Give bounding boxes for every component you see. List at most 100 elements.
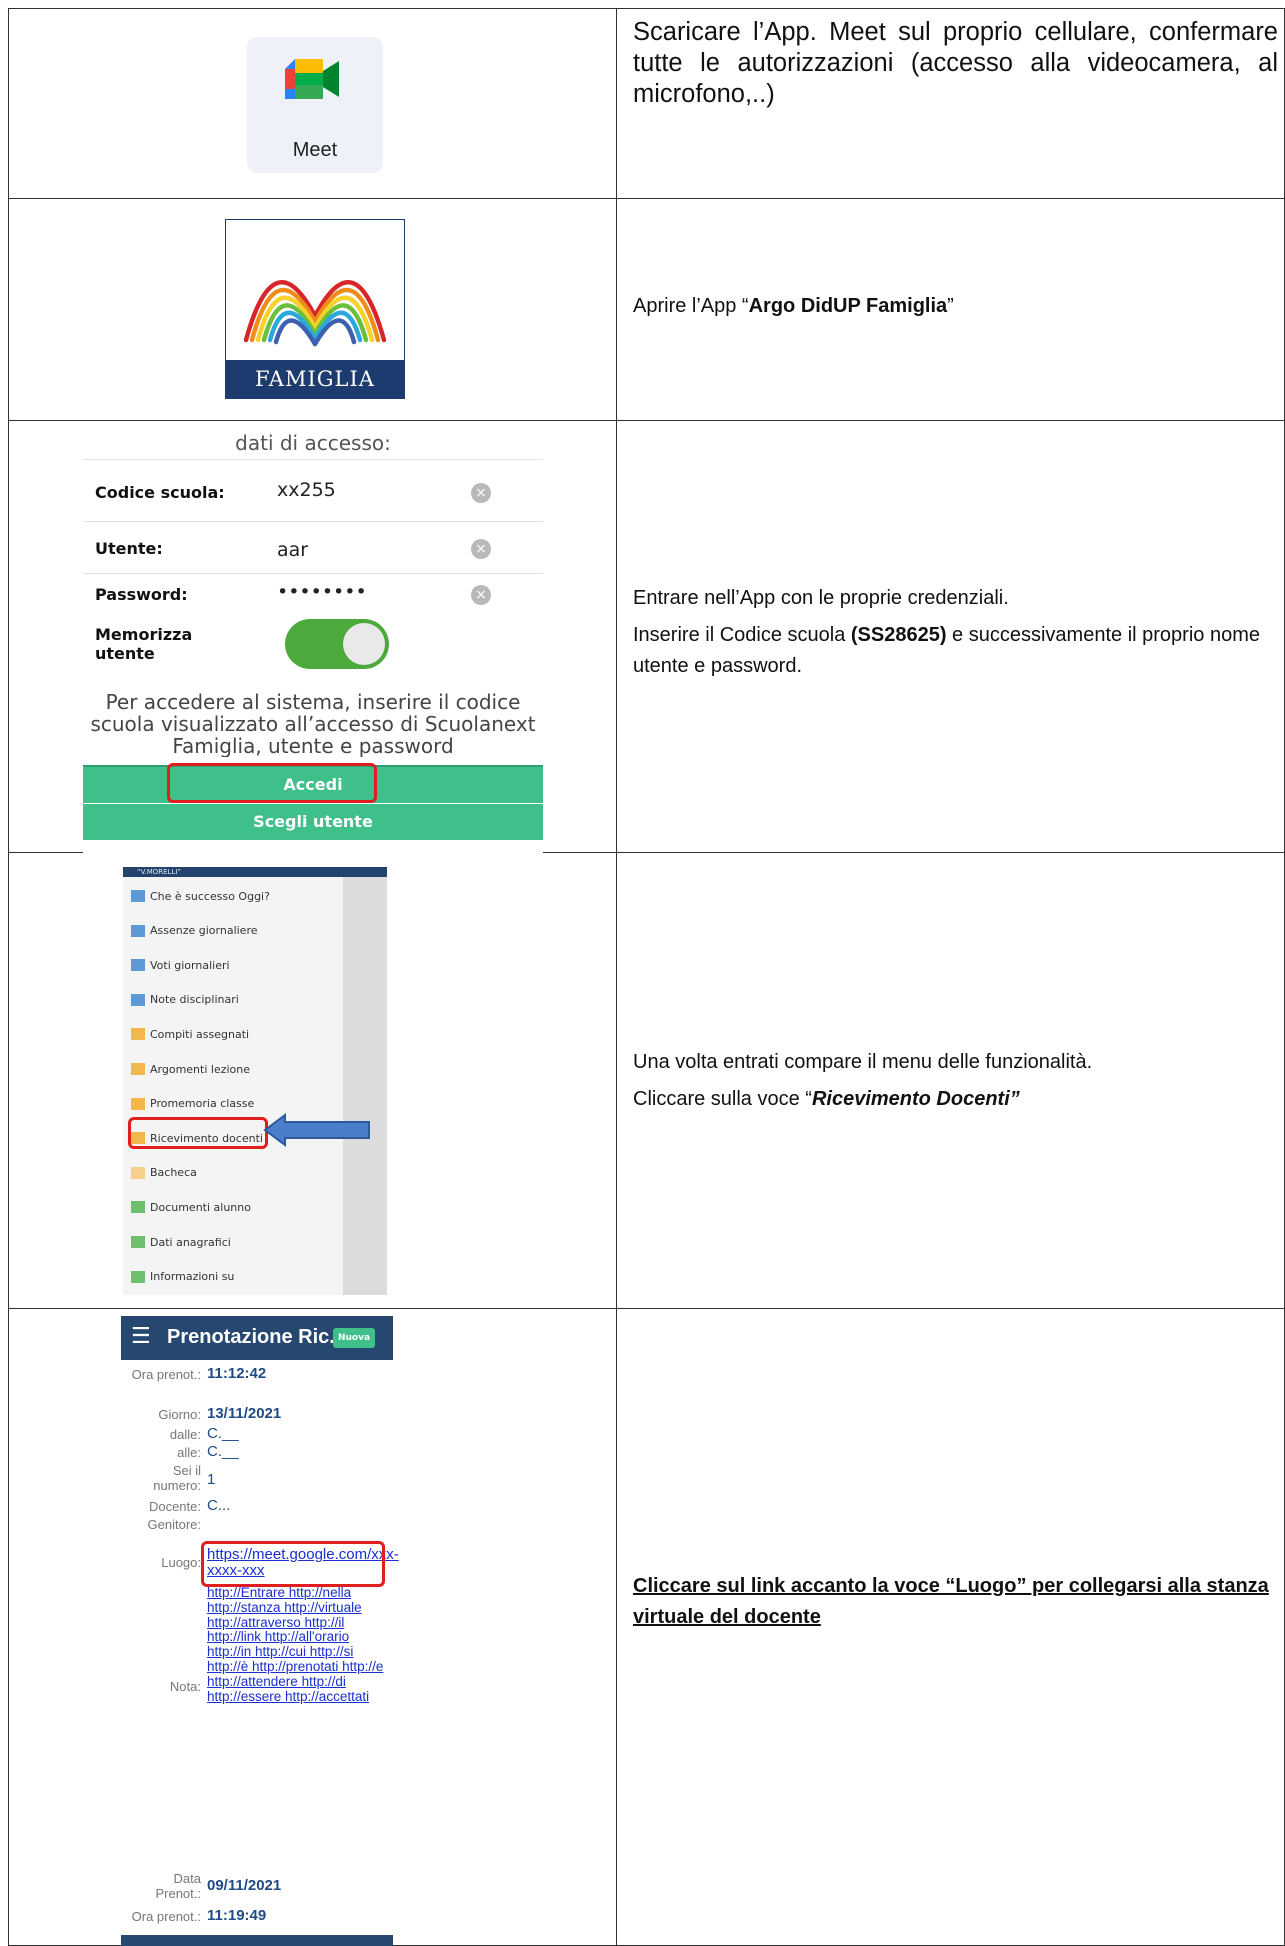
- table-row: dati di accesso: Codice scuola: xx255 × …: [8, 420, 1285, 853]
- field-label: Ora prenot.:: [131, 1909, 201, 1924]
- menu-item-label: Voti giornalieri: [150, 958, 230, 972]
- text-cell: Una volta entrati compare il menu delle …: [616, 852, 1285, 1309]
- booking-screen: ☰ Prenotazione Ric... Nuova Ora prenot.:…: [121, 1309, 399, 1946]
- field-label: Docente:: [148, 1499, 201, 1514]
- menu-item-icon: [131, 1097, 145, 1110]
- step-text: Aprire l’App “Argo DidUP Famiglia”: [633, 291, 1278, 322]
- field-label: Nota:: [169, 1679, 201, 1694]
- field-label: Luogo:: [161, 1555, 201, 1570]
- menu-item[interactable]: Note disciplinari: [131, 991, 239, 1009]
- menu-item[interactable]: Dati anagrafici: [131, 1233, 231, 1251]
- image-cell: dati di accesso: Codice scuola: xx255 × …: [8, 420, 617, 853]
- field-value: 13/11/2021: [207, 1405, 282, 1422]
- meet-app-tile[interactable]: Meet: [247, 37, 383, 173]
- remember-toggle[interactable]: [285, 619, 389, 669]
- username-label: Utente:: [95, 539, 163, 558]
- table-row: FAMIGLIA Aprire l’App “Argo DidUP Famigl…: [8, 198, 1285, 421]
- table-row: “V.MORELLI” Che è successo Oggi? Assenze …: [8, 852, 1285, 1309]
- menu-icon[interactable]: ☰: [131, 1324, 151, 1349]
- school-code-field[interactable]: xx255: [277, 479, 336, 501]
- instructions-table: Meet Scaricare l’App. Meet sul proprio c…: [8, 8, 1285, 1946]
- note-links[interactable]: http://Entrare http://nella http://stanz…: [207, 1585, 389, 1704]
- meet-app-label: Meet: [292, 139, 338, 161]
- divider: [83, 521, 543, 522]
- field-value: 1: [207, 1471, 216, 1488]
- text-part: Aprire l’App “: [633, 295, 749, 317]
- image-cell: FAMIGLIA: [8, 198, 617, 421]
- field-value: C.__: [207, 1443, 239, 1460]
- password-field[interactable]: ••••••••: [277, 581, 367, 603]
- login-form: dati di accesso: Codice scuola: xx255 × …: [83, 421, 543, 853]
- menu-item-icon: [131, 1063, 145, 1075]
- menu-item[interactable]: Che è successo Oggi?: [131, 887, 270, 905]
- step-text: Cliccare sul link accanto la voce “Luogo…: [633, 1575, 1269, 1628]
- menu-item-label: Bacheca: [150, 1166, 197, 1180]
- menu-item-icon: [131, 1166, 145, 1179]
- highlight-box: [167, 763, 377, 803]
- arch-logo-icon: [243, 280, 387, 347]
- field-label: Sei il numero:: [121, 1463, 201, 1493]
- text-part: Cliccare sulla voce “: [633, 1088, 812, 1110]
- image-cell: Meet: [8, 8, 617, 199]
- table-row: Meet Scaricare l’App. Meet sul proprio c…: [8, 8, 1285, 199]
- text-cell: Aprire l’App “Argo DidUP Famiglia”: [616, 198, 1285, 421]
- field-label: Genitore:: [147, 1517, 201, 1532]
- image-cell: “V.MORELLI” Che è successo Oggi? Assenze …: [8, 852, 617, 1309]
- text-part: Inserire il Codice scuola: [633, 624, 851, 646]
- divider: [83, 573, 543, 574]
- table-row: ☰ Prenotazione Ric... Nuova Ora prenot.:…: [8, 1308, 1285, 1946]
- app-menu: “V.MORELLI” Che è successo Oggi? Assenze …: [123, 867, 387, 1295]
- menu-item[interactable]: Promemoria classe: [131, 1095, 254, 1113]
- username-field[interactable]: aar: [277, 539, 308, 561]
- menu-item[interactable]: Compiti assegnati: [131, 1025, 249, 1043]
- menu-item-label: Compiti assegnati: [150, 1027, 250, 1041]
- step-text: Entrare nell’App con le proprie credenzi…: [633, 583, 1278, 682]
- clear-icon[interactable]: ×: [471, 585, 491, 605]
- remember-label: Memorizza utente: [95, 625, 192, 663]
- step-text: Una volta entrati compare il menu delle …: [633, 1047, 1278, 1115]
- menu-item-label: Argomenti lezione: [150, 1062, 251, 1076]
- menu-item-label: Che è successo Oggi?: [150, 889, 270, 903]
- argo-famiglia-logo[interactable]: FAMIGLIA: [225, 219, 405, 399]
- menu-header: “V.MORELLI”: [123, 867, 387, 877]
- arrow-left-icon: [263, 1113, 370, 1147]
- menu-item[interactable]: Bacheca: [131, 1164, 197, 1182]
- menu-item[interactable]: Informazioni su: [131, 1268, 234, 1286]
- field-label: alle:: [177, 1445, 201, 1460]
- menu-item-label: Informazioni su: [150, 1270, 235, 1284]
- menu-item-icon: [131, 1028, 145, 1041]
- new-booking-button[interactable]: Nuova: [333, 1328, 375, 1348]
- clear-icon[interactable]: ×: [471, 483, 491, 503]
- booking-title: Prenotazione Ric...: [167, 1326, 346, 1348]
- password-label: Password:: [95, 585, 188, 604]
- highlight-box: [201, 1541, 385, 1587]
- login-header: dati di accesso:: [235, 431, 391, 455]
- text-part: ”: [947, 295, 954, 317]
- menu-item-label: Note disciplinari: [150, 993, 239, 1007]
- menu-item[interactable]: Voti giornalieri: [131, 956, 230, 974]
- menu-item[interactable]: Documenti alunno: [131, 1198, 251, 1216]
- menu-item-icon: [131, 1201, 145, 1214]
- menu-item[interactable]: Argomenti lezione: [131, 1060, 250, 1078]
- menu-item-label: Assenze giornaliere: [150, 924, 258, 938]
- menu-item-icon: [131, 1270, 145, 1283]
- app-name: Argo DidUP Famiglia: [748, 295, 948, 317]
- menu-item-icon: [131, 890, 145, 902]
- field-value: C...: [207, 1497, 231, 1514]
- clear-icon[interactable]: ×: [471, 539, 491, 559]
- menu-item-name: Ricevimento Docenti”: [811, 1088, 1020, 1110]
- step-text: Scaricare l’App. Meet sul proprio cellul…: [633, 18, 1278, 108]
- school-code: (SS28625): [850, 624, 947, 646]
- field-label: Giorno:: [158, 1407, 201, 1422]
- booking-header: ☰ Prenotazione Ric... Nuova: [121, 1316, 393, 1360]
- remember-label-line: utente: [95, 644, 155, 663]
- choose-user-button[interactable]: Scegli utente: [83, 804, 543, 840]
- menu-item[interactable]: Assenze giornaliere: [131, 922, 258, 940]
- menu-item-icon: [131, 1236, 145, 1248]
- login-help-text: Per accedere al sistema, inserire il cod…: [90, 691, 536, 757]
- school-code-label: Codice scuola:: [95, 483, 225, 502]
- image-cell: ☰ Prenotazione Ric... Nuova Ora prenot.:…: [8, 1308, 617, 1946]
- menu-item-icon: [131, 959, 145, 972]
- field-label-line: numero:: [153, 1478, 201, 1493]
- field-label: Ora prenot.:: [131, 1367, 201, 1382]
